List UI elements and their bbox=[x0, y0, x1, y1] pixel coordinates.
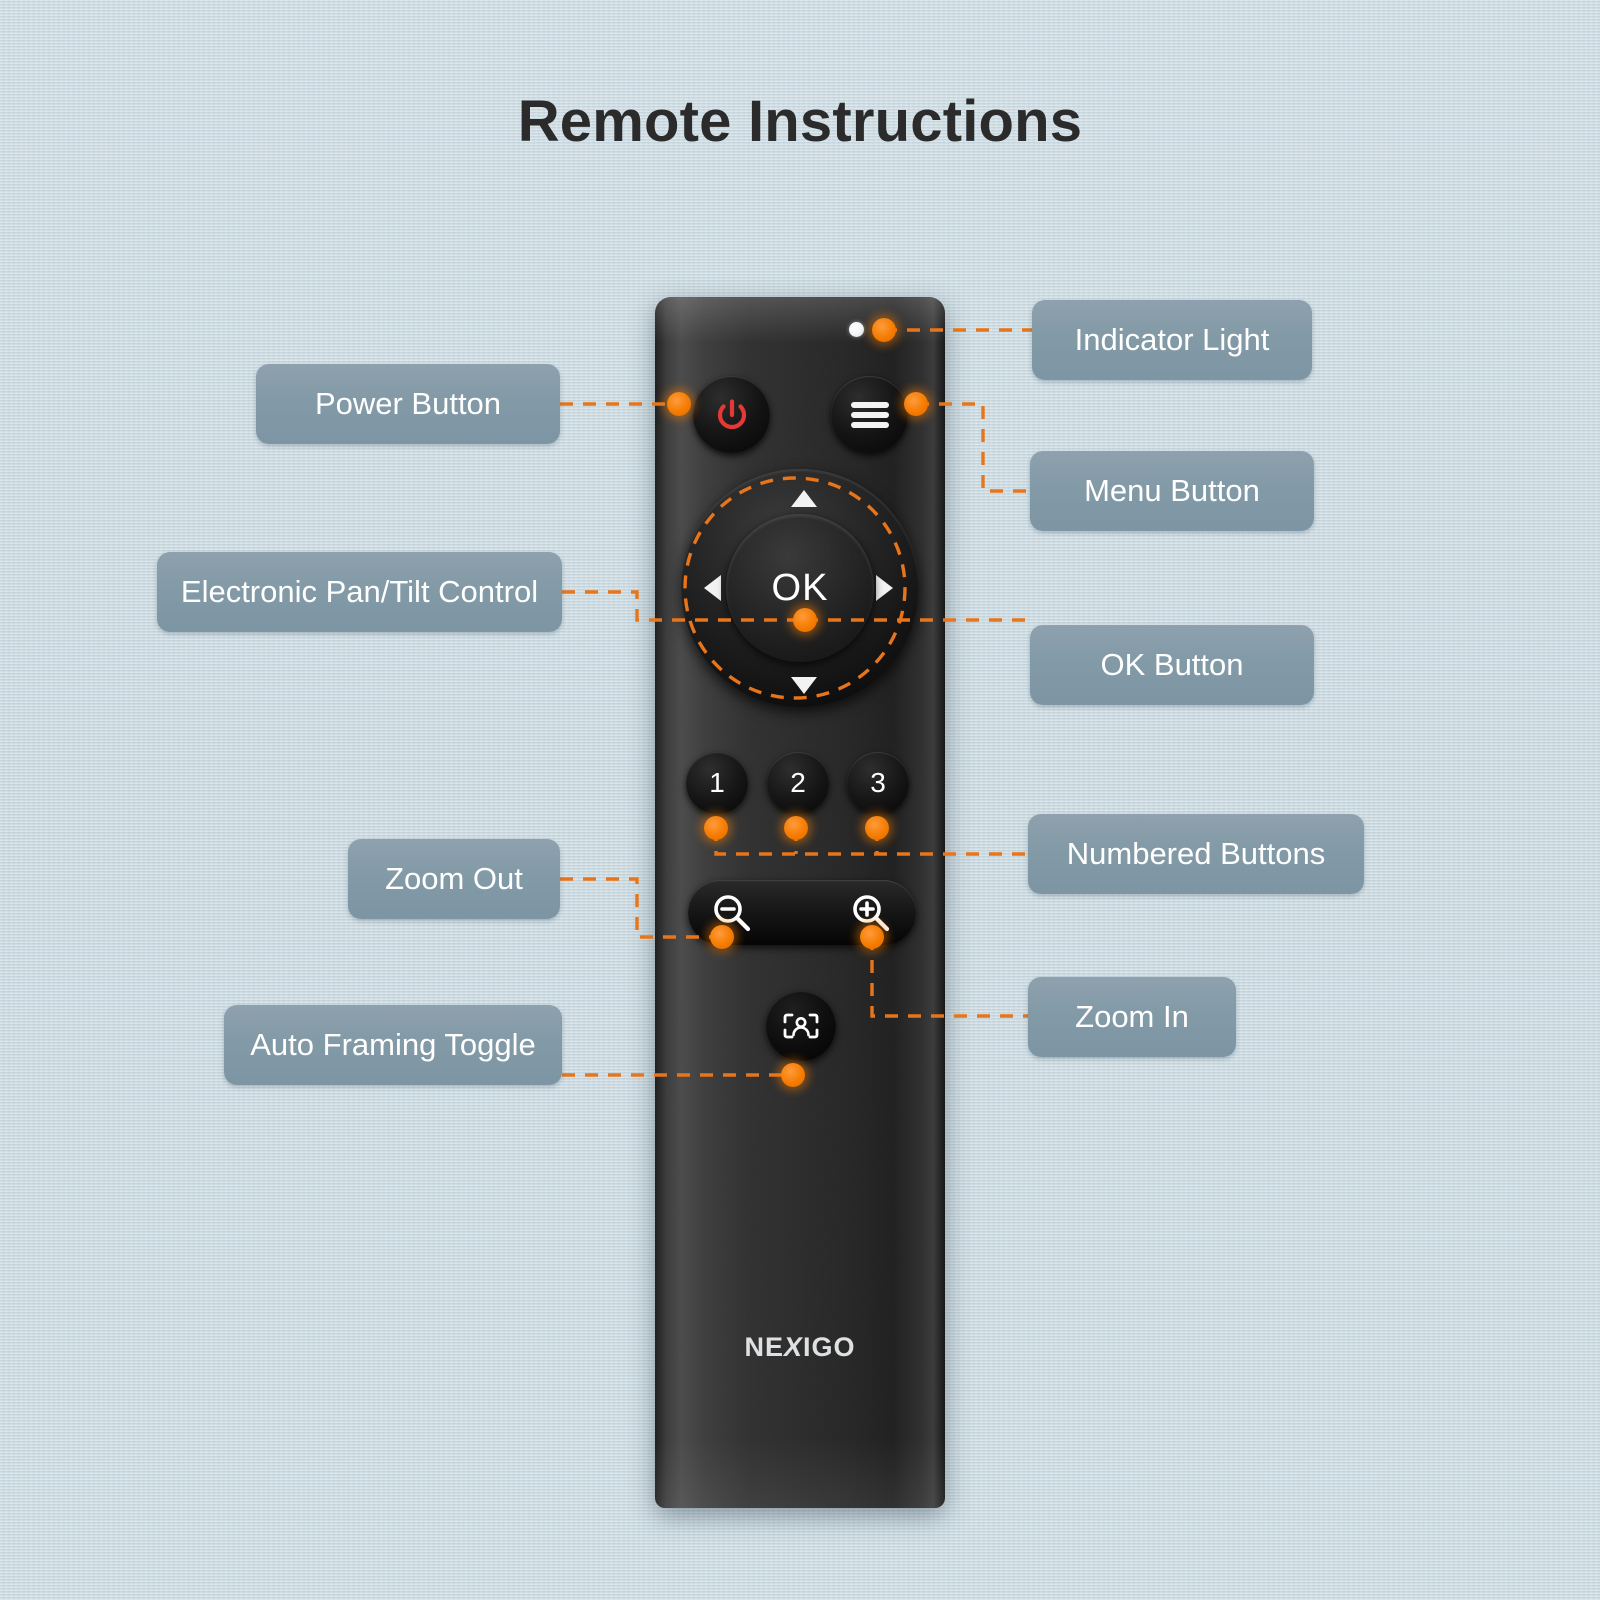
auto-framing-button[interactable] bbox=[766, 991, 836, 1061]
callout-text-power-button: Power Button bbox=[314, 386, 502, 421]
dpad-right-icon[interactable] bbox=[876, 575, 893, 601]
callout-text-auto-framing: Auto Framing Toggle bbox=[250, 1027, 536, 1062]
remote-top-highlight bbox=[655, 297, 945, 343]
anchor-dot-auto-framing bbox=[781, 1063, 805, 1087]
remote-bottom-highlight bbox=[655, 1438, 945, 1508]
callout-text-pan-tilt-control: Electronic Pan/Tilt Control bbox=[180, 574, 539, 609]
anchor-dot-indicator-light bbox=[872, 318, 896, 342]
callout-text-numbered-buttons: Numbered Buttons bbox=[1066, 836, 1326, 871]
ok-button-label: OK bbox=[771, 566, 829, 609]
callout-label-ok-button[interactable]: OK Button bbox=[1030, 625, 1314, 705]
callout-label-numbered-buttons[interactable]: Numbered Buttons bbox=[1028, 814, 1364, 894]
dpad-down-icon[interactable] bbox=[791, 677, 817, 694]
anchor-dot-zoom-in bbox=[860, 925, 884, 949]
callout-text-indicator-light: Indicator Light bbox=[1074, 322, 1270, 357]
number-button-1-label: 1 bbox=[709, 767, 725, 798]
anchor-dot-menu-button bbox=[904, 392, 928, 416]
callout-label-auto-framing[interactable]: Auto Framing Toggle bbox=[224, 1005, 562, 1085]
callout-label-menu-button[interactable]: Menu Button bbox=[1030, 451, 1314, 531]
number-button-3-label: 3 bbox=[870, 767, 886, 798]
callout-text-zoom-in: Zoom In bbox=[1075, 999, 1189, 1034]
anchor-dot-zoom-out bbox=[710, 925, 734, 949]
callout-label-indicator-light[interactable]: Indicator Light bbox=[1032, 300, 1312, 380]
person-in-frame-icon bbox=[783, 1013, 819, 1039]
callout-text-zoom-out: Zoom Out bbox=[385, 861, 523, 896]
anchor-dot-number-1 bbox=[704, 816, 728, 840]
number-button-3[interactable]: 3 bbox=[847, 752, 909, 814]
anchor-dot-number-2 bbox=[784, 816, 808, 840]
ok-button[interactable]: OK bbox=[726, 514, 874, 662]
hamburger-menu-icon bbox=[850, 398, 889, 432]
number-button-2-label: 2 bbox=[790, 767, 806, 798]
remote-control-body: OK 1 2 3 NEXIGO bbox=[655, 297, 945, 1508]
callout-label-zoom-in[interactable]: Zoom In bbox=[1028, 977, 1236, 1057]
callout-label-power-button[interactable]: Power Button bbox=[256, 364, 560, 444]
menu-button[interactable] bbox=[831, 376, 908, 453]
callout-label-zoom-out[interactable]: Zoom Out bbox=[348, 839, 560, 919]
number-button-2[interactable]: 2 bbox=[767, 752, 829, 814]
power-button[interactable] bbox=[693, 376, 770, 453]
brand-logo: NEXIGO bbox=[744, 1332, 856, 1362]
anchor-dot-ok-button bbox=[793, 608, 817, 632]
page-title: Remote Instructions bbox=[517, 89, 1083, 154]
indicator-light bbox=[849, 322, 864, 337]
dpad-left-icon[interactable] bbox=[704, 575, 721, 601]
power-icon bbox=[717, 398, 746, 429]
anchor-dot-number-3 bbox=[865, 816, 889, 840]
callout-text-menu-button: Menu Button bbox=[1084, 473, 1260, 508]
dpad-up-icon[interactable] bbox=[791, 490, 817, 507]
callout-label-pan-tilt-control[interactable]: Electronic Pan/Tilt Control bbox=[157, 552, 562, 632]
callout-text-ok-button: OK Button bbox=[1100, 647, 1244, 682]
number-button-1[interactable]: 1 bbox=[686, 752, 748, 814]
anchor-dot-power-button bbox=[667, 392, 691, 416]
